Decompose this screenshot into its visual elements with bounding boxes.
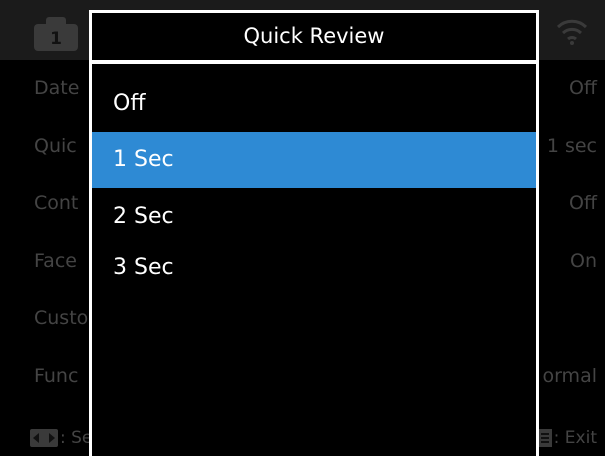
option-off[interactable]: Off [92, 76, 536, 132]
setting-label: Custo [34, 307, 89, 329]
footer-select-label: : Se [60, 428, 93, 448]
footer-exit-label: : Exit [553, 428, 597, 448]
footer-exit-hint: : Exit [537, 428, 597, 448]
setting-value: Off [568, 192, 597, 214]
setting-label: Face [34, 249, 77, 272]
option-1-sec[interactable]: 1 Sec [92, 132, 536, 188]
left-right-key-icon [30, 429, 58, 447]
setting-value: ormal [542, 364, 597, 387]
footer-select-hint: : Se [30, 428, 92, 448]
setting-label: Cont [34, 192, 79, 214]
option-3-sec[interactable]: 3 Sec [92, 245, 536, 295]
setting-label: Quic [34, 134, 77, 157]
setting-label: Func [34, 364, 79, 387]
setting-value: Off [568, 77, 597, 99]
menu-key-icon [537, 429, 552, 447]
option-list: Off 1 Sec 2 Sec 3 Sec [92, 76, 536, 295]
setting-value: 1 sec [546, 134, 597, 157]
title-divider [92, 60, 536, 64]
tab-number: 1 [50, 29, 62, 49]
camera-tab-icon[interactable]: 1 [34, 17, 78, 51]
option-2-sec[interactable]: 2 Sec [92, 188, 536, 245]
setting-label: Date [34, 77, 80, 99]
setting-value: On [570, 249, 597, 272]
dialog-title: Quick Review [243, 24, 385, 48]
quick-review-dialog: Quick Review Off 1 Sec 2 Sec 3 Sec [89, 10, 539, 456]
wifi-icon[interactable] [555, 16, 589, 46]
